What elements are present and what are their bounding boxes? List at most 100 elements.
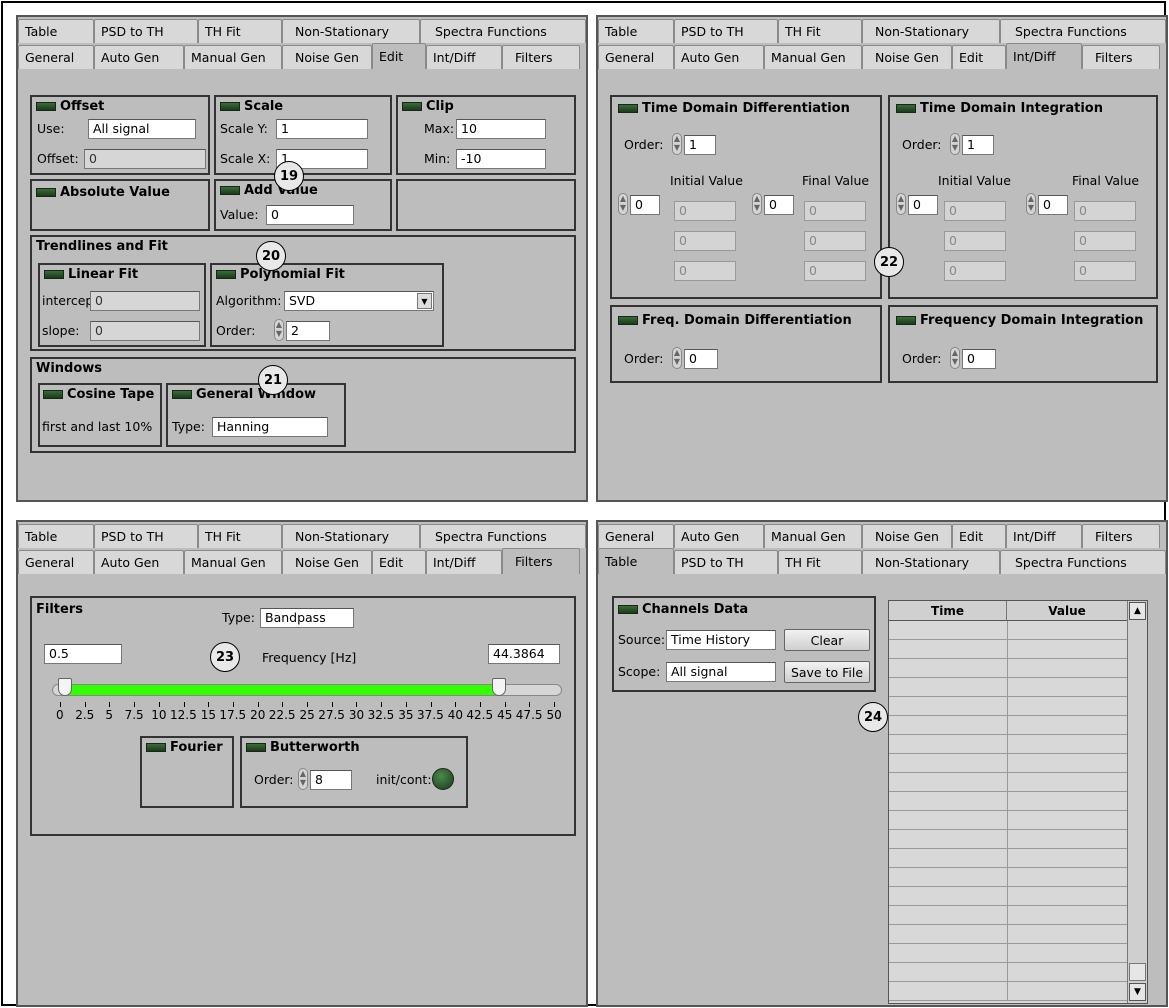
led-indicator[interactable]	[43, 390, 63, 399]
polynomial-fit-title[interactable]: Polynomial Fit	[216, 267, 345, 282]
tab-noise-gen[interactable]: Noise Gen	[862, 524, 952, 548]
tab-edit[interactable]: Edit	[952, 524, 1006, 548]
table-scrollbar[interactable]: ▲ ▼	[1127, 601, 1147, 1003]
add-value-field[interactable]: 0	[266, 205, 354, 225]
tab-table[interactable]: Table	[18, 19, 94, 43]
fdi-order-spinner[interactable]: ▲ ▼	[950, 347, 960, 369]
cosine-tape-title[interactable]: Cosine Tape	[43, 387, 154, 402]
table-row[interactable]	[889, 640, 1127, 659]
led-indicator[interactable]	[220, 102, 240, 111]
table-row[interactable]	[889, 659, 1127, 678]
tab-table[interactable]: Table	[598, 548, 674, 574]
led-indicator[interactable]	[172, 390, 192, 399]
fdi-title[interactable]: Frequency Domain Integration	[896, 313, 1143, 328]
use-field[interactable]: All signal	[88, 119, 196, 139]
tab-filters[interactable]: Filters	[502, 548, 580, 574]
high-frequency-field[interactable]: 44.3864	[488, 644, 560, 664]
table-row[interactable]	[889, 906, 1127, 925]
tdd-initial-index-spinner[interactable]: ▲ ▼	[618, 193, 628, 215]
tab-noise-gen[interactable]: Noise Gen	[282, 45, 372, 69]
chevron-down-icon[interactable]: ▼	[417, 293, 432, 309]
tdi-final-index-spinner[interactable]: ▲ ▼	[1026, 193, 1036, 215]
tab-non-stationary[interactable]: Non-Stationary	[282, 19, 420, 43]
order-field[interactable]: 2	[286, 321, 330, 341]
led-indicator[interactable]	[36, 102, 56, 111]
table-row[interactable]	[889, 678, 1127, 697]
tab-th-fit[interactable]: TH Fit	[198, 524, 282, 548]
general-window-title[interactable]: General Window	[172, 387, 316, 402]
fdd-title[interactable]: Freq. Domain Differentiation	[618, 313, 852, 328]
tab-psd-to-th[interactable]: PSD to TH	[674, 550, 778, 574]
tab-spectra-functions[interactable]: Spectra Functions	[420, 19, 586, 43]
clip-title[interactable]: Clip	[402, 99, 454, 114]
led-indicator[interactable]	[246, 743, 266, 752]
tdd-final-index[interactable]: 0	[764, 195, 794, 215]
tab-auto-gen[interactable]: Auto Gen	[94, 550, 184, 574]
tdd-initial-index[interactable]: 0	[630, 195, 660, 215]
tdi-initial-index-spinner[interactable]: ▲ ▼	[896, 193, 906, 215]
led-indicator[interactable]	[36, 188, 56, 197]
frequency-range-slider[interactable]: 0 2.5 5 7.5 10 12.5 15 17.5 20 22.5 25 27.5 30 32.5 35…	[52, 676, 562, 726]
tab-edit[interactable]: Edit	[952, 45, 1006, 69]
fdd-order-spinner[interactable]: ▲ ▼	[672, 347, 682, 369]
table-row[interactable]	[889, 887, 1127, 906]
tdi-initial-index[interactable]: 0	[908, 195, 938, 215]
tab-non-stationary[interactable]: Non-Stationary	[862, 19, 1000, 43]
tab-non-stationary[interactable]: Non-Stationary	[862, 550, 1000, 574]
tab-int-diff[interactable]: Int/Diff	[426, 550, 502, 574]
butterworth-order-field[interactable]: 8	[310, 770, 352, 790]
led-indicator[interactable]	[44, 270, 64, 279]
tab-noise-gen[interactable]: Noise Gen	[282, 550, 372, 574]
table-row[interactable]	[889, 621, 1127, 640]
table-row[interactable]	[889, 868, 1127, 887]
led-indicator[interactable]	[146, 743, 166, 752]
tab-auto-gen[interactable]: Auto Gen	[94, 45, 184, 69]
table-row[interactable]	[889, 773, 1127, 792]
table-row[interactable]	[889, 735, 1127, 754]
tab-manual-gen[interactable]: Manual Gen	[764, 45, 862, 69]
table-row[interactable]	[889, 944, 1127, 963]
fourier-title[interactable]: Fourier	[146, 740, 223, 755]
slider-low-thumb[interactable]	[57, 678, 72, 696]
filter-type-field[interactable]: Bandpass	[260, 608, 354, 628]
clip-max-field[interactable]: 10	[456, 119, 546, 139]
tab-non-stationary[interactable]: Non-Stationary	[282, 524, 420, 548]
butterworth-title[interactable]: Butterworth	[246, 740, 360, 755]
fdd-order-field[interactable]: 0	[684, 349, 718, 369]
led-indicator[interactable]	[216, 270, 236, 279]
led-indicator[interactable]	[220, 186, 240, 195]
tab-table[interactable]: Table	[598, 19, 674, 43]
tab-filters[interactable]: Filters	[1082, 524, 1160, 548]
tab-table[interactable]: Table	[18, 524, 94, 548]
channels-data-title[interactable]: Channels Data	[618, 602, 748, 617]
tab-filters[interactable]: Filters	[1082, 45, 1160, 69]
tdi-final-index[interactable]: 0	[1038, 195, 1068, 215]
linear-fit-title[interactable]: Linear Fit	[44, 267, 138, 282]
tab-th-fit[interactable]: TH Fit	[778, 19, 862, 43]
tdd-title[interactable]: Time Domain Differentiation	[618, 101, 850, 116]
order-spinner[interactable]: ▲ ▼	[274, 319, 284, 341]
table-row[interactable]	[889, 925, 1127, 944]
tab-spectra-functions[interactable]: Spectra Functions	[1000, 550, 1166, 574]
tab-noise-gen[interactable]: Noise Gen	[862, 45, 952, 69]
tdi-order-spinner[interactable]: ▲ ▼	[950, 133, 960, 155]
tab-general[interactable]: General	[598, 45, 674, 69]
table-row[interactable]	[889, 830, 1127, 849]
save-to-file-button[interactable]: Save to File	[784, 661, 870, 683]
algorithm-select[interactable]: SVD ▼	[284, 291, 434, 311]
clip-min-field[interactable]: -10	[456, 149, 546, 169]
tab-general[interactable]: General	[18, 45, 94, 69]
table-row[interactable]	[889, 716, 1127, 735]
led-indicator[interactable]	[896, 104, 916, 113]
tab-manual-gen[interactable]: Manual Gen	[184, 550, 282, 574]
led-indicator[interactable]	[618, 104, 638, 113]
led-indicator[interactable]	[402, 102, 422, 111]
tdd-final-index-spinner[interactable]: ▲ ▼	[752, 193, 762, 215]
tab-edit[interactable]: Edit	[372, 43, 426, 69]
source-field[interactable]: Time History	[666, 630, 776, 650]
tdi-order-field[interactable]: 1	[962, 135, 994, 155]
tab-th-fit[interactable]: TH Fit	[778, 550, 862, 574]
scroll-down-icon[interactable]: ▼	[1129, 983, 1146, 1001]
clear-button[interactable]: Clear	[784, 629, 870, 651]
table-row[interactable]	[889, 982, 1127, 1001]
